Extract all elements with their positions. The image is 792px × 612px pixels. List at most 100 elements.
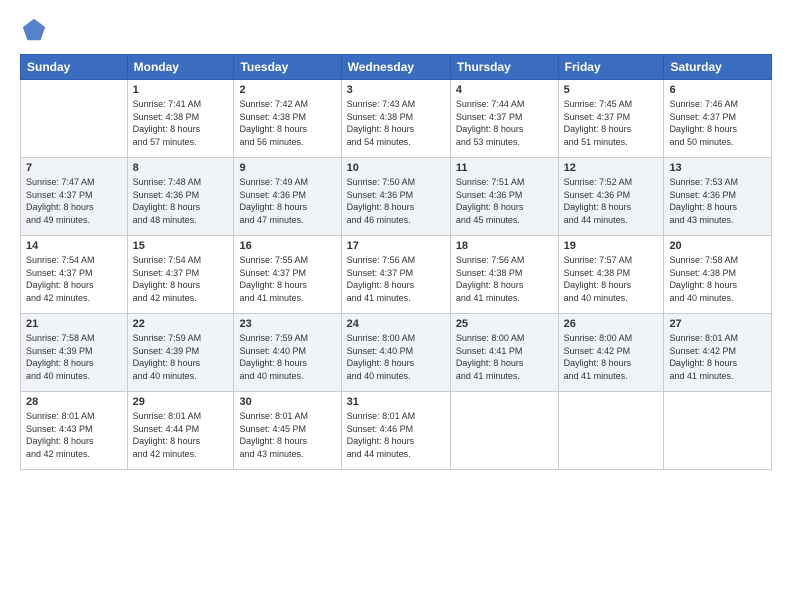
day-number: 20 [669,240,766,252]
calendar-day-cell: 14 Sunrise: 7:54 AMSunset: 4:37 PMDayligh… [21,236,128,314]
day-info: Sunrise: 7:52 AMSunset: 4:36 PMDaylight:… [564,176,659,226]
calendar-day-cell: 30 Sunrise: 8:01 AMSunset: 4:45 PMDayligh… [234,392,341,470]
day-number: 9 [239,162,335,174]
day-info: Sunrise: 8:00 AMSunset: 4:41 PMDaylight:… [456,332,553,382]
day-number: 5 [564,84,659,96]
calendar-day-cell [558,392,664,470]
day-of-week-header: Saturday [664,55,772,80]
day-number: 10 [347,162,445,174]
logo [20,16,52,44]
day-number: 26 [564,318,659,330]
calendar-day-cell: 28Sunrise: 8:01 AMSunset: 4:43 PMDayligh… [21,392,128,470]
day-number: 22 [133,318,229,330]
day-info: Sunrise: 8:01 AMSunset: 4:42 PMDaylight:… [669,332,766,382]
day-number: 19 [564,240,659,252]
calendar-day-cell: 10Sunrise: 7:50 AMSunset: 4:36 PMDayligh… [341,158,450,236]
calendar-day-cell: 3 Sunrise: 7:43 AMSunset: 4:38 PMDaylight… [341,80,450,158]
calendar-day-cell: 12 Sunrise: 7:52 AMSunset: 4:36 PMDayligh… [558,158,664,236]
calendar-table: SundayMondayTuesdayWednesdayThursdayFrid… [20,54,772,470]
day-number: 14 [26,240,122,252]
day-number: 13 [669,162,766,174]
day-number: 30 [239,396,335,408]
calendar-day-cell: 17 Sunrise: 7:56 AMSunset: 4:37 PMDayligh… [341,236,450,314]
calendar-day-cell: 29 Sunrise: 8:01 AMSunset: 4:44 PMDayligh… [127,392,234,470]
day-number: 4 [456,84,553,96]
calendar-day-cell: 6 Sunrise: 7:46 AMSunset: 4:37 PMDaylight… [664,80,772,158]
calendar-day-cell: 20 Sunrise: 7:58 AMSunset: 4:38 PMDayligh… [664,236,772,314]
day-number: 15 [133,240,229,252]
day-number: 29 [133,396,229,408]
calendar-day-cell [450,392,558,470]
calendar-day-cell: 19Sunrise: 7:57 AMSunset: 4:38 PMDayligh… [558,236,664,314]
day-number: 2 [239,84,335,96]
calendar-day-cell: 25Sunrise: 8:00 AMSunset: 4:41 PMDayligh… [450,314,558,392]
calendar-day-cell: 8 Sunrise: 7:48 AMSunset: 4:36 PMDaylight… [127,158,234,236]
day-info: Sunrise: 7:54 AMSunset: 4:37 PMDaylight:… [26,254,122,304]
day-info: Sunrise: 7:45 AMSunset: 4:37 PMDaylight:… [564,98,659,148]
calendar-week-row: 1 Sunrise: 7:41 AMSunset: 4:38 PMDaylight… [21,80,772,158]
calendar-day-cell: 11Sunrise: 7:51 AMSunset: 4:36 PMDayligh… [450,158,558,236]
calendar-day-cell: 15 Sunrise: 7:54 AMSunset: 4:37 PMDayligh… [127,236,234,314]
day-of-week-header: Wednesday [341,55,450,80]
day-info: Sunrise: 7:53 AMSunset: 4:36 PMDaylight:… [669,176,766,226]
day-info: Sunrise: 8:00 AMSunset: 4:42 PMDaylight:… [564,332,659,382]
day-number: 12 [564,162,659,174]
calendar-week-row: 7 Sunrise: 7:47 AMSunset: 4:37 PMDaylight… [21,158,772,236]
day-of-week-header: Tuesday [234,55,341,80]
day-info: Sunrise: 8:01 AMSunset: 4:43 PMDaylight:… [26,410,122,460]
header [20,16,772,44]
day-number: 3 [347,84,445,96]
logo-icon [20,16,48,44]
calendar-week-row: 28Sunrise: 8:01 AMSunset: 4:43 PMDayligh… [21,392,772,470]
day-of-week-header: Sunday [21,55,128,80]
day-number: 21 [26,318,122,330]
calendar-day-cell: 5 Sunrise: 7:45 AMSunset: 4:37 PMDaylight… [558,80,664,158]
calendar-day-cell: 23 Sunrise: 7:59 AMSunset: 4:40 PMDayligh… [234,314,341,392]
day-info: Sunrise: 7:41 AMSunset: 4:38 PMDaylight:… [133,98,229,148]
day-of-week-header: Friday [558,55,664,80]
day-info: Sunrise: 7:46 AMSunset: 4:37 PMDaylight:… [669,98,766,148]
day-number: 17 [347,240,445,252]
day-number: 16 [239,240,335,252]
day-info: Sunrise: 7:59 AMSunset: 4:39 PMDaylight:… [133,332,229,382]
day-info: Sunrise: 7:55 AMSunset: 4:37 PMDaylight:… [239,254,335,304]
calendar-day-cell: 26 Sunrise: 8:00 AMSunset: 4:42 PMDayligh… [558,314,664,392]
day-info: Sunrise: 8:01 AMSunset: 4:45 PMDaylight:… [239,410,335,460]
calendar-day-cell: 4Sunrise: 7:44 AMSunset: 4:37 PMDaylight… [450,80,558,158]
calendar-day-cell: 16 Sunrise: 7:55 AMSunset: 4:37 PMDayligh… [234,236,341,314]
day-number: 6 [669,84,766,96]
day-info: Sunrise: 7:56 AMSunset: 4:37 PMDaylight:… [347,254,445,304]
day-info: Sunrise: 7:47 AMSunset: 4:37 PMDaylight:… [26,176,122,226]
calendar-week-row: 14 Sunrise: 7:54 AMSunset: 4:37 PMDayligh… [21,236,772,314]
day-info: Sunrise: 8:01 AMSunset: 4:46 PMDaylight:… [347,410,445,460]
calendar-day-cell: 24Sunrise: 8:00 AMSunset: 4:40 PMDayligh… [341,314,450,392]
day-info: Sunrise: 7:58 AMSunset: 4:38 PMDaylight:… [669,254,766,304]
day-number: 23 [239,318,335,330]
day-info: Sunrise: 7:56 AMSunset: 4:38 PMDaylight:… [456,254,553,304]
calendar-day-cell: 21Sunrise: 7:58 AMSunset: 4:39 PMDayligh… [21,314,128,392]
day-number: 18 [456,240,553,252]
day-info: Sunrise: 7:42 AMSunset: 4:38 PMDaylight:… [239,98,335,148]
calendar-day-cell: 9Sunrise: 7:49 AMSunset: 4:36 PMDaylight… [234,158,341,236]
day-info: Sunrise: 7:54 AMSunset: 4:37 PMDaylight:… [133,254,229,304]
day-info: Sunrise: 7:59 AMSunset: 4:40 PMDaylight:… [239,332,335,382]
day-number: 27 [669,318,766,330]
calendar-day-cell [664,392,772,470]
calendar-week-row: 21Sunrise: 7:58 AMSunset: 4:39 PMDayligh… [21,314,772,392]
day-number: 7 [26,162,122,174]
day-of-week-header: Monday [127,55,234,80]
calendar-day-cell: 18 Sunrise: 7:56 AMSunset: 4:38 PMDayligh… [450,236,558,314]
calendar-day-cell: 2 Sunrise: 7:42 AMSunset: 4:38 PMDaylight… [234,80,341,158]
day-info: Sunrise: 8:01 AMSunset: 4:44 PMDaylight:… [133,410,229,460]
calendar-header-row: SundayMondayTuesdayWednesdayThursdayFrid… [21,55,772,80]
calendar-day-cell: 13 Sunrise: 7:53 AMSunset: 4:36 PMDayligh… [664,158,772,236]
day-number: 8 [133,162,229,174]
day-info: Sunrise: 7:51 AMSunset: 4:36 PMDaylight:… [456,176,553,226]
day-info: Sunrise: 7:43 AMSunset: 4:38 PMDaylight:… [347,98,445,148]
calendar-day-cell: 7 Sunrise: 7:47 AMSunset: 4:37 PMDaylight… [21,158,128,236]
day-number: 1 [133,84,229,96]
calendar-day-cell: 22 Sunrise: 7:59 AMSunset: 4:39 PMDayligh… [127,314,234,392]
day-info: Sunrise: 8:00 AMSunset: 4:40 PMDaylight:… [347,332,445,382]
page: SundayMondayTuesdayWednesdayThursdayFrid… [0,0,792,612]
day-info: Sunrise: 7:48 AMSunset: 4:36 PMDaylight:… [133,176,229,226]
